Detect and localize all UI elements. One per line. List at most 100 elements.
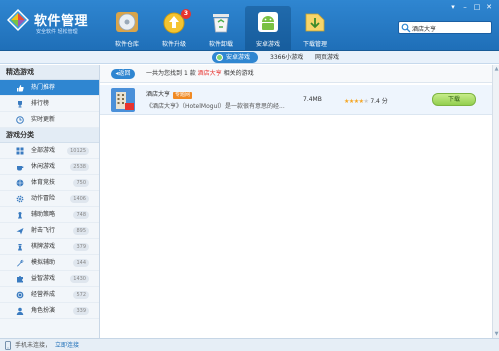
tab-android-games[interactable]: 安卓游戏: [212, 52, 258, 63]
thumb-up-icon: [17, 85, 24, 92]
close-button[interactable]: ✕: [483, 2, 495, 12]
sidebar-item-management[interactable]: 经营养成 572: [0, 287, 99, 303]
sidebar-item-label: 模拟辅助: [31, 259, 56, 266]
app-name[interactable]: 酒店大亨: [146, 91, 170, 98]
teacup-icon: [17, 166, 24, 171]
window-controls: ▾ – □ ✕: [447, 2, 495, 12]
sidebar-item-label: 排行榜: [31, 100, 50, 107]
android-icon: [258, 12, 278, 32]
coin-icon: [16, 291, 24, 299]
sidebar-item-label: 体育竞技: [31, 179, 56, 186]
category-count-badge: 144: [73, 259, 89, 267]
sidebar-item-ranking[interactable]: 排行榜: [0, 96, 99, 112]
connect-now-link[interactable]: 立即连接: [55, 342, 79, 349]
star-rating-icon: ★★★★★: [344, 98, 369, 105]
category-count-badge: 895: [73, 227, 89, 235]
clock-icon: [16, 116, 24, 124]
vertical-scrollbar[interactable]: ▲ ▼: [492, 65, 499, 338]
nav-label: 软件卸载: [208, 41, 233, 48]
sidebar-item-board[interactable]: 棋牌游戏 379: [0, 239, 99, 255]
plane-icon: [16, 228, 24, 235]
sidebar-item-puzzle[interactable]: 益智游戏 1430: [0, 271, 99, 287]
app-description: 《酒店大亨》（HotelMogul）是一款很有意思的经...: [146, 103, 285, 110]
nav-label: 软件升级: [161, 41, 186, 48]
tab-3366-games[interactable]: 3366小游戏: [270, 52, 303, 63]
scroll-up-icon[interactable]: ▲: [494, 66, 499, 72]
nav-label: 软件仓库: [114, 41, 139, 48]
results-suffix: 相关的游戏: [223, 70, 254, 77]
sidebar-item-sports[interactable]: 体育竞技 750: [0, 175, 99, 191]
category-count-badge: 2538: [70, 163, 89, 171]
app-size: 7.4MB: [303, 96, 322, 103]
results-summary: 一共为您找到 1 款 酒店大亨 相关的游戏: [146, 69, 254, 79]
wrench-icon: [17, 259, 24, 267]
chess-icon: [18, 212, 22, 219]
results-count: 1: [183, 70, 188, 77]
app-tag-badge[interactable]: 专题网: [173, 92, 193, 99]
sidebar-item-label: 全部游戏: [31, 147, 56, 154]
sidebar: 精选游戏 热门推荐 排行榜 实时更新 游戏分类 全部游戏 10125 休闲游戏 …: [0, 65, 100, 338]
phone-icon: [5, 341, 11, 350]
nav-android-games[interactable]: 安卓游戏: [245, 6, 291, 50]
app-icon[interactable]: [111, 88, 135, 112]
sidebar-item-all-games[interactable]: 全部游戏 10125: [0, 143, 99, 159]
upgrade-count-badge: 3: [181, 9, 191, 19]
sidebar-item-label: 角色扮演: [31, 307, 56, 314]
grid-icon: [16, 147, 24, 155]
trophy-icon: [18, 101, 22, 108]
tab-label: 安卓游戏: [226, 54, 251, 61]
sidebar-item-rpg[interactable]: 角色扮演 339: [0, 303, 99, 319]
results-header: ◂返回 一共为您找到 1 款 酒店大亨 相关的游戏: [100, 65, 492, 83]
sidebar-item-hot[interactable]: 热门推荐: [0, 80, 99, 96]
nav-software-upgrade[interactable]: 3 软件升级: [151, 6, 197, 50]
category-count-badge: 748: [73, 211, 89, 219]
tab-web-games[interactable]: 网页游戏: [315, 52, 339, 63]
category-count-badge: 339: [73, 307, 89, 315]
minimize-button[interactable]: –: [459, 2, 471, 12]
sidebar-item-action[interactable]: 动作冒险 1406: [0, 191, 99, 207]
sidebar-item-label: 辅助策略: [31, 211, 56, 218]
game-type-tabs: 安卓游戏 3366小游戏 网页游戏: [0, 51, 499, 64]
sidebar-item-updates[interactable]: 实时更新: [0, 112, 99, 128]
sidebar-item-label: 射击飞行: [31, 227, 56, 234]
nav-software-uninstall[interactable]: 软件卸载: [198, 6, 244, 50]
back-button[interactable]: ◂返回: [111, 69, 135, 79]
search-input[interactable]: [412, 23, 488, 33]
results-panel: ◂返回 一共为您找到 1 款 酒店大亨 相关的游戏 酒店大亨 专题网 《酒店大亨》…: [100, 65, 492, 338]
sidebar-item-label: 益智游戏: [31, 275, 56, 282]
sidebar-item-shooting[interactable]: 射击飞行 895: [0, 223, 99, 239]
results-middle: 款: [189, 70, 196, 77]
search-icon[interactable]: [401, 23, 411, 33]
category-count-badge: 1430: [70, 275, 89, 283]
download-button[interactable]: 下载: [432, 93, 476, 106]
category-count-badge: 10125: [67, 147, 89, 155]
sidebar-item-simulation[interactable]: 模拟辅助 144: [0, 255, 99, 271]
sidebar-item-label: 实时更新: [31, 116, 56, 123]
nav-download-manager[interactable]: 下载管理: [292, 6, 338, 50]
back-button-label: 返回: [118, 70, 131, 77]
menu-dropdown-button[interactable]: ▾: [447, 2, 459, 12]
recycle-bin-icon: [213, 14, 229, 33]
maximize-button[interactable]: □: [471, 2, 483, 12]
category-count-badge: 750: [73, 179, 89, 187]
sidebar-item-casual[interactable]: 休闲游戏 2538: [0, 159, 99, 175]
results-prefix: 一共为您找到: [146, 70, 183, 77]
app-logo-icon: [7, 9, 29, 31]
sidebar-item-label: 热门推荐: [31, 84, 56, 91]
title-bar: 软件管理 安全软件 轻松管理 软件仓库 3 软件升级 软件卸载 安卓游戏 下载管…: [0, 0, 499, 51]
connection-status-text: 手机未连接，: [15, 342, 52, 349]
nav-label: 安卓游戏: [255, 41, 280, 48]
nav-label: 下载管理: [302, 41, 327, 48]
scroll-down-icon[interactable]: ▼: [494, 331, 499, 337]
list-item[interactable]: 酒店大亨 专题网 《酒店大亨》（HotelMogul）是一款很有意思的经... 7…: [100, 85, 492, 115]
ball-icon: [16, 179, 24, 187]
category-count-badge: 379: [73, 243, 89, 251]
rating-score: 7.4 分: [370, 98, 388, 105]
app-name-line: 酒店大亨 专题网: [146, 89, 193, 99]
sidebar-item-strategy[interactable]: 辅助策略 748: [0, 207, 99, 223]
search-box: [398, 21, 492, 34]
nav-software-store[interactable]: 软件仓库: [104, 6, 150, 50]
app-rating: ★★★★★ 7.4 分: [344, 96, 388, 105]
category-section-title: 游戏分类: [0, 128, 99, 143]
sidebar-item-label: 经营养成: [31, 291, 56, 298]
